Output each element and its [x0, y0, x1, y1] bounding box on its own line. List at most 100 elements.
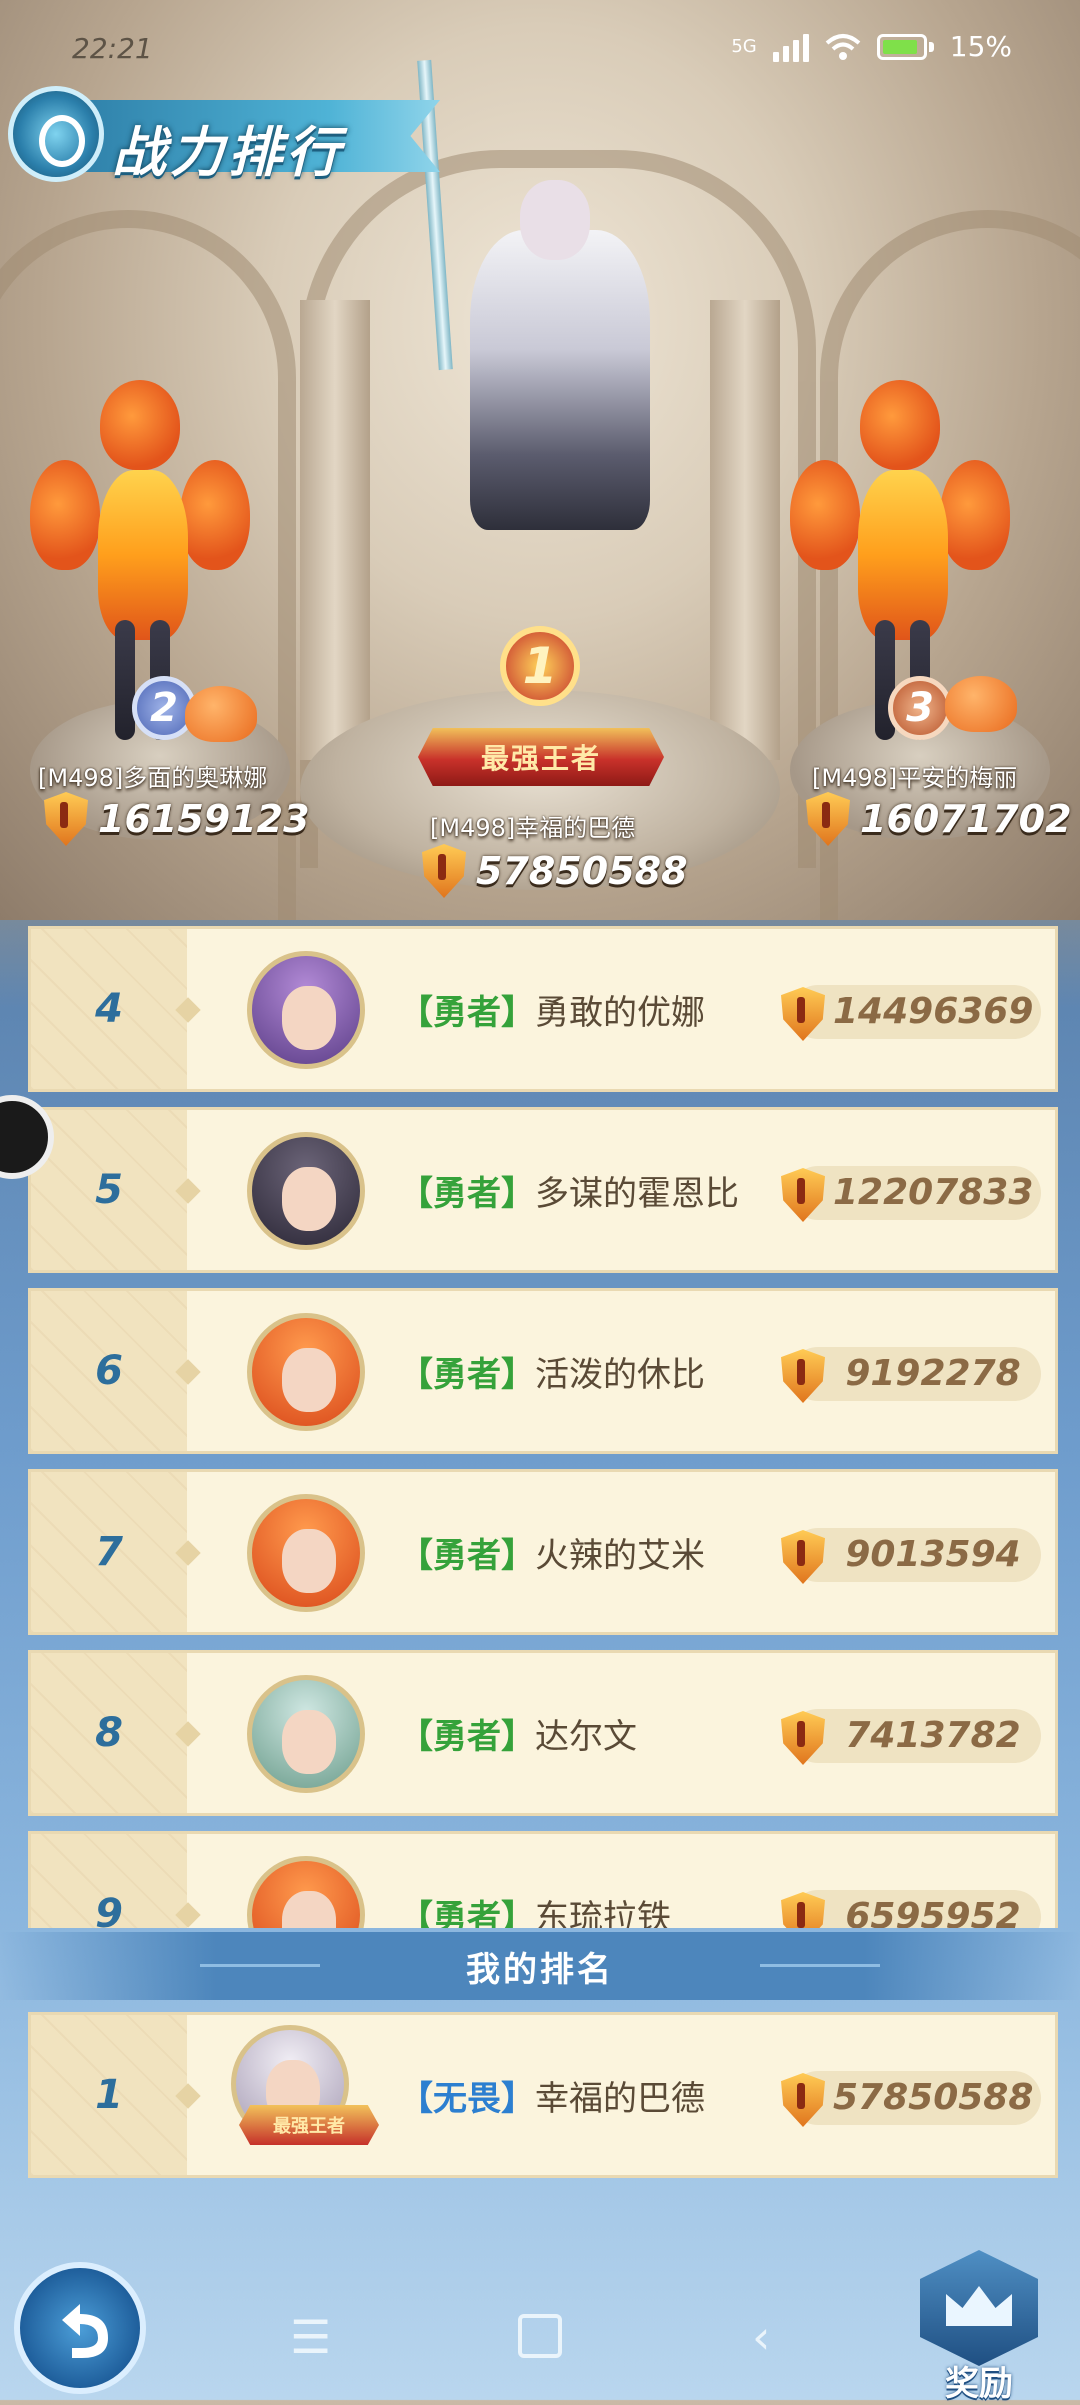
home-nav-icon[interactable]	[518, 2314, 562, 2358]
rank-number: 5	[95, 1167, 123, 1213]
first-place-power-value: 57850588	[476, 849, 688, 893]
ranking-row[interactable]: 4 【勇者】 勇敢的优娜 14496369	[28, 926, 1058, 1092]
power-box: 14496369	[781, 985, 1041, 1041]
my-player-tag: 【无畏】	[399, 2078, 535, 2119]
player-tag: 【勇者】	[399, 1716, 535, 1757]
ranking-row[interactable]: 7 【勇者】 火辣的艾米 9013594	[28, 1469, 1058, 1635]
my-player-title: 【无畏】 幸福的巴德	[399, 2015, 705, 2175]
power-box: 9192278	[781, 1347, 1041, 1403]
my-power-value: 57850588	[833, 2077, 1034, 2118]
signal-icon	[772, 32, 809, 62]
player-title: 【勇者】 活泼的休比	[399, 1291, 705, 1451]
player-avatar[interactable]	[247, 1132, 365, 1250]
battery-icon	[876, 33, 927, 60]
rank-number: 4	[95, 986, 123, 1032]
pillar	[710, 300, 780, 760]
power-box: 7413782	[781, 1709, 1041, 1765]
ranking-row[interactable]: 6 【勇者】 活泼的休比 9192278	[28, 1288, 1058, 1454]
my-player-name: 幸福的巴德	[535, 2078, 705, 2119]
shield-sword-icon	[781, 1168, 825, 1222]
page-title-banner: 战力排行	[0, 78, 450, 190]
my-rank-number: 1	[95, 2072, 123, 2118]
reward-label: 奖励	[945, 2364, 1013, 2404]
my-ranking-header: 我的排名	[0, 1932, 1080, 2000]
player-name: 多谋的霍恩比	[535, 1173, 739, 1214]
wifi-icon	[825, 33, 861, 60]
shield-sword-icon	[44, 792, 88, 846]
back-arrow-icon	[62, 2304, 108, 2358]
player-title: 【勇者】 达尔文	[399, 1653, 637, 1813]
first-place-power: 57850588	[422, 844, 688, 898]
menu-nav-icon[interactable]: ☰	[290, 2310, 331, 2364]
my-ranking-row[interactable]: 1 最强王者 【无畏】 幸福的巴德 57850588	[28, 2012, 1058, 2178]
back-nav-icon[interactable]: ‹	[752, 2310, 770, 2364]
my-ranking-title: 我的排名	[466, 1949, 614, 1990]
shield-sword-icon	[422, 844, 466, 898]
power-value: 9013594	[845, 1534, 1021, 1575]
power-value: 14496369	[833, 991, 1034, 1032]
status-bar: 22:21 5G 15%	[0, 28, 1080, 68]
status-time: 22:21	[72, 32, 153, 65]
pet-slime	[185, 686, 257, 742]
player-name: 火辣的艾米	[535, 1535, 705, 1576]
network-label: 5G	[731, 36, 757, 57]
player-tag: 【勇者】	[399, 1354, 535, 1395]
third-place-power-value: 16071702	[860, 797, 1072, 841]
ranking-emblem-icon	[8, 86, 104, 182]
strongest-king-banner: 最强王者	[418, 728, 664, 786]
shield-sword-icon	[806, 792, 850, 846]
shield-sword-icon	[781, 1892, 825, 1928]
player-title: 【勇者】 多谋的霍恩比	[399, 1110, 739, 1270]
player-avatar[interactable]	[247, 1313, 365, 1431]
player-avatar[interactable]	[247, 1494, 365, 1612]
rank-number: 9	[95, 1891, 123, 1928]
rank-number: 6	[95, 1348, 123, 1394]
third-place-power: 16071702	[806, 792, 1072, 846]
player-avatar[interactable]	[247, 951, 365, 1069]
player-tag: 【勇者】	[399, 1535, 535, 1576]
shield-sword-icon	[781, 1530, 825, 1584]
ranking-row[interactable]: 9 【勇者】 东琉拉铁 6595952	[28, 1831, 1058, 1928]
player-avatar[interactable]	[247, 1675, 365, 1793]
ranking-row[interactable]: 5 【勇者】 多谋的霍恩比 12207833	[28, 1107, 1058, 1273]
player-tag: 【勇者】	[399, 992, 535, 1033]
ranking-row[interactable]: 8 【勇者】 达尔文 7413782	[28, 1650, 1058, 1816]
back-button[interactable]	[14, 2262, 146, 2394]
reward-button[interactable]: 奖励	[914, 2250, 1044, 2404]
player-tag: 【勇者】	[399, 1173, 535, 1214]
my-power-box: 57850588	[781, 2071, 1041, 2127]
second-place-power-value: 16159123	[98, 797, 310, 841]
power-value: 9192278	[845, 1353, 1021, 1394]
power-value: 6595952	[845, 1896, 1021, 1928]
crown-icon	[920, 2250, 1038, 2366]
player-name: 活泼的休比	[535, 1354, 705, 1395]
player-name: 达尔文	[535, 1716, 637, 1757]
rank-1-badge: 1	[500, 626, 580, 706]
pillar	[300, 300, 370, 760]
shield-sword-icon	[781, 1349, 825, 1403]
second-place-power: 16159123	[44, 792, 310, 846]
player-title: 【勇者】 火辣的艾米	[399, 1472, 705, 1632]
first-place-name[interactable]: [M498]幸福的巴德	[430, 808, 635, 843]
power-value: 7413782	[845, 1715, 1021, 1756]
page-title: 战力排行	[112, 121, 344, 184]
third-place-name[interactable]: [M498]平安的梅丽	[812, 758, 1017, 793]
my-strongest-king-badge: 最强王者	[239, 2105, 379, 2145]
second-place-name[interactable]: [M498]多面的奥琳娜	[38, 758, 267, 793]
ranking-list[interactable]: 4 【勇者】 勇敢的优娜 14496369 5 【勇者】 多谋的霍恩比 1220…	[28, 920, 1058, 1928]
player-tag: 【勇者】	[399, 1897, 535, 1929]
rank-3-badge: 3	[888, 676, 952, 740]
shield-sword-icon	[781, 1711, 825, 1765]
player-name: 东琉拉铁	[535, 1897, 671, 1929]
shield-sword-icon	[781, 987, 825, 1041]
power-box: 6595952	[781, 1890, 1041, 1928]
power-value: 12207833	[833, 1172, 1034, 1213]
power-box: 12207833	[781, 1166, 1041, 1222]
rank-number: 8	[95, 1710, 123, 1756]
rank-number: 7	[95, 1529, 123, 1575]
shield-sword-icon	[781, 2073, 825, 2127]
player-title: 【勇者】 东琉拉铁	[399, 1834, 671, 1929]
power-box: 9013594	[781, 1528, 1041, 1584]
player-avatar[interactable]	[247, 1856, 365, 1928]
player-title: 【勇者】 勇敢的优娜	[399, 929, 705, 1089]
